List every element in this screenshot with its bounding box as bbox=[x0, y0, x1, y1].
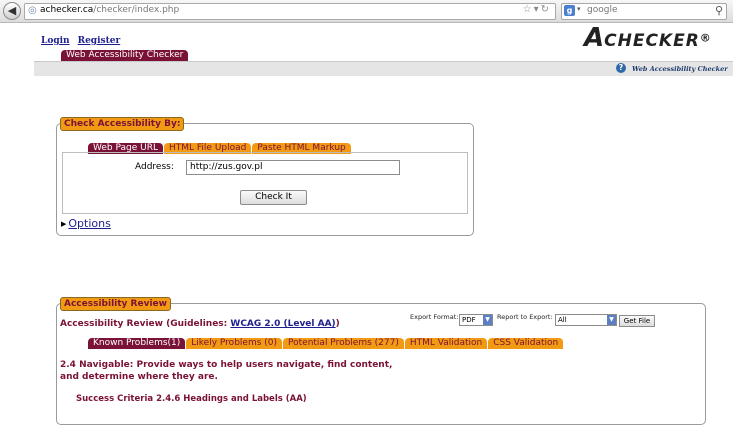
chevron-down-icon: ▼ bbox=[607, 315, 616, 325]
guideline-description: 2.4 Navigable: Provide ways to help user… bbox=[60, 360, 393, 382]
check-it-button[interactable]: Check It bbox=[240, 190, 307, 205]
search-query-text: google bbox=[587, 5, 618, 15]
reload-icon[interactable]: ↻ bbox=[541, 4, 551, 15]
globe-icon: ◎ bbox=[28, 5, 37, 16]
top-links: Login Register bbox=[41, 36, 128, 46]
tab-css-validation[interactable]: CSS Validation bbox=[488, 338, 564, 349]
url-text: achecker.ca/checker/index.php bbox=[40, 5, 180, 15]
success-criteria-heading: Success Criteria 2.4.6 Headings and Labe… bbox=[76, 394, 307, 404]
register-link[interactable]: Register bbox=[78, 36, 121, 46]
export-format-label: Export Format: bbox=[410, 313, 459, 321]
accessibility-review-legend: Accessibility Review bbox=[60, 297, 171, 311]
site-title-tab: Web Accessibility Checker bbox=[61, 50, 189, 61]
login-link[interactable]: Login bbox=[41, 36, 70, 46]
review-heading: Accessibility Review (Guidelines: WCAG 2… bbox=[60, 319, 340, 329]
chevron-down-icon: ▼ bbox=[483, 315, 492, 325]
review-tabs: Known Problems(1) Likely Problems (0) Pote… bbox=[88, 336, 564, 349]
search-icon[interactable]: ⚲ bbox=[715, 4, 723, 17]
tab-html-validation[interactable]: HTML Validation bbox=[404, 338, 488, 349]
browser-search-box[interactable]: g ▾ google ⚲ bbox=[561, 3, 727, 20]
star-icon[interactable]: ☆ bbox=[523, 4, 534, 15]
dropdown-arrow-icon[interactable]: ▾ bbox=[534, 4, 541, 15]
help-icon[interactable]: ? bbox=[616, 63, 626, 73]
address-input[interactable]: http://zus.gov.pl bbox=[186, 160, 400, 175]
help-link[interactable]: Web Accessibility Checker bbox=[632, 65, 728, 73]
report-to-export-select[interactable]: All ▼ bbox=[555, 314, 617, 326]
achecker-logo: ACHECKER® bbox=[584, 23, 711, 53]
get-file-button[interactable]: Get File bbox=[619, 315, 655, 327]
back-arrow-icon[interactable]: ◀ bbox=[3, 2, 21, 20]
options-toggle[interactable]: ▶ Options bbox=[61, 217, 111, 230]
check-accessibility-legend: Check Accessibility By: bbox=[60, 117, 185, 131]
engine-dropdown-icon[interactable]: ▾ bbox=[577, 5, 581, 13]
guideline-link[interactable]: WCAG 2.0 (Level AA) bbox=[230, 319, 335, 329]
url-actions: ☆▾↻ bbox=[523, 4, 551, 15]
options-label: Options bbox=[68, 217, 111, 230]
header-band bbox=[34, 61, 733, 76]
tab-potential-problems[interactable]: Potential Problems (277) bbox=[283, 338, 404, 349]
tab-known-problems[interactable]: Known Problems(1) bbox=[88, 338, 186, 349]
report-to-export-label: Report to Export: bbox=[497, 313, 553, 321]
tab-likely-problems[interactable]: Likely Problems (0) bbox=[186, 338, 283, 349]
address-label: Address: bbox=[135, 162, 174, 172]
export-format-select[interactable]: PDF ▼ bbox=[459, 314, 493, 326]
search-engine-icon[interactable]: g bbox=[564, 5, 575, 16]
browser-toolbar: ◀ ◎ achecker.ca/checker/index.php ☆▾↻ g … bbox=[0, 0, 733, 23]
triangle-right-icon: ▶ bbox=[61, 220, 67, 228]
address-bar[interactable]: ◎ achecker.ca/checker/index.php ☆▾↻ bbox=[24, 3, 556, 20]
